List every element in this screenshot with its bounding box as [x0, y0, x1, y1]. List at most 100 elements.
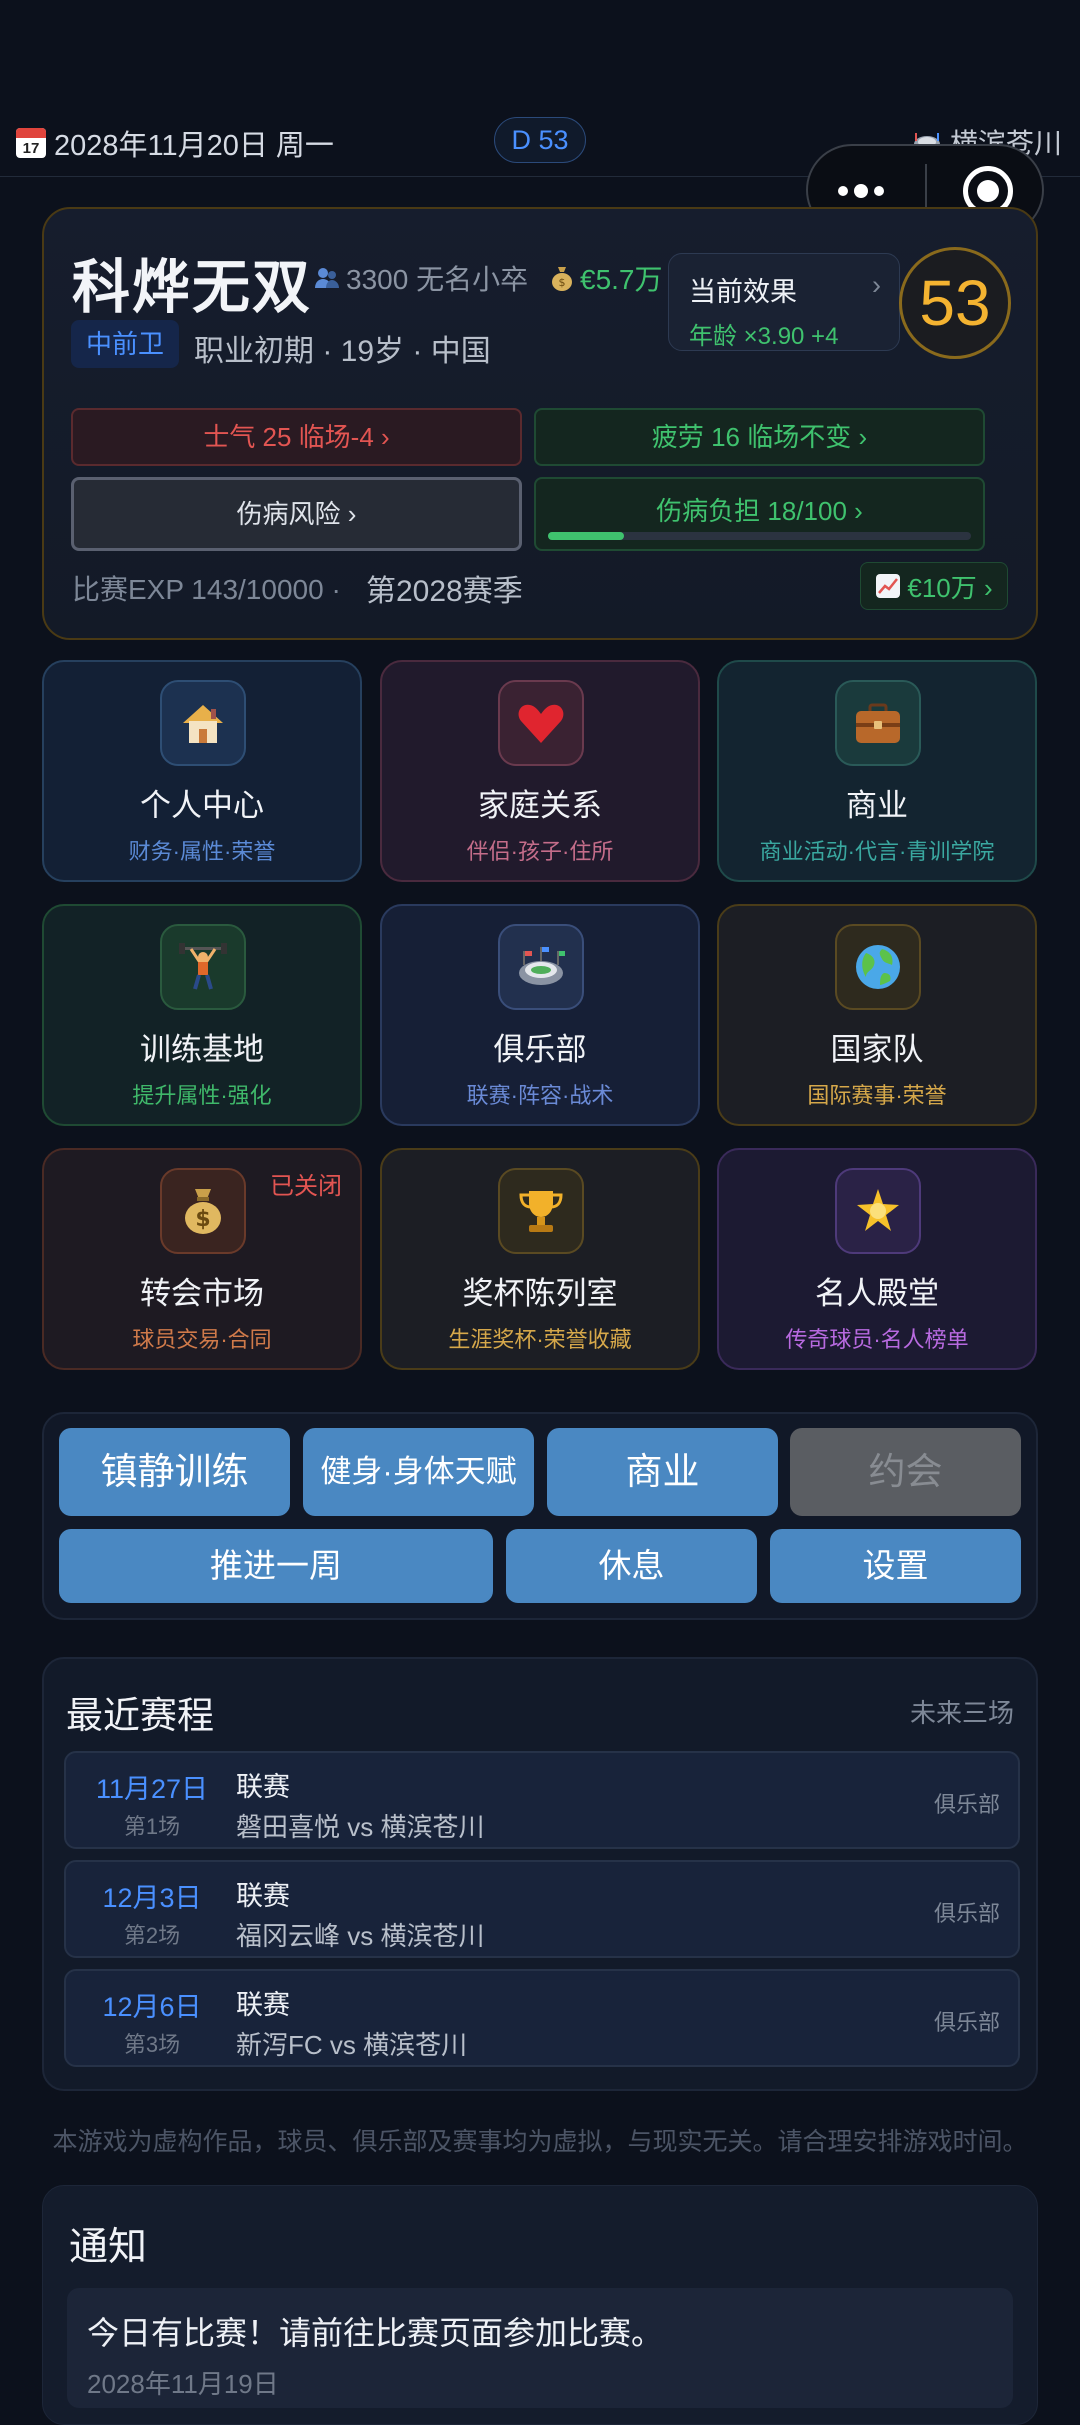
- fans-count: 3300 无名小卒: [314, 258, 528, 298]
- chart-up-icon: [876, 574, 901, 598]
- notice-item[interactable]: 今日有比赛！请前往比赛页面参加比赛。 2028年11月19日: [67, 2288, 1013, 2408]
- advance-week-button[interactable]: 推进一周: [59, 1529, 493, 1603]
- tile-title: 名人殿堂: [815, 1276, 939, 1311]
- recent-schedule-card: 最近赛程 未来三场 11月27日 第1场 联赛 磐田喜悦 vs 横滨苍川 俱乐部…: [42, 1657, 1038, 2091]
- player-name: 科烨无双: [72, 255, 313, 320]
- overall-rating-badge: 53: [899, 247, 1011, 359]
- match-row[interactable]: 11月27日 第1场 联赛 磐田喜悦 vs 横滨苍川 俱乐部: [64, 1751, 1020, 1849]
- tile-subtitle: 伴侣·孩子·住所: [466, 839, 614, 864]
- rest-button[interactable]: 休息: [506, 1529, 757, 1603]
- market-value-button[interactable]: €10万 ›: [860, 562, 1008, 610]
- schedule-subtitle: 未来三场: [909, 1698, 1014, 1728]
- tile-subtitle: 生涯奖杯·荣誉收藏: [448, 1327, 632, 1352]
- notice-title: 通知: [69, 2226, 148, 2269]
- match-competition: 联赛: [236, 1990, 290, 2020]
- injury-burden-fill: [548, 532, 625, 540]
- tile-business[interactable]: 商业 商业活动·代言·青训学院: [717, 660, 1037, 882]
- tile-title: 国家队: [830, 1032, 924, 1067]
- stadium-icon: [498, 924, 584, 1010]
- tile-club[interactable]: 俱乐部 联赛·阵容·战术: [380, 904, 700, 1126]
- notice-card: 通知 今日有比赛！请前往比赛页面参加比赛。 2028年11月19日: [42, 2185, 1038, 2425]
- tile-personal-center[interactable]: 个人中心 财务·属性·荣誉: [42, 660, 362, 882]
- disclaimer-text: 本游戏为虚构作品，球员、俱乐部及赛事均为虚拟，与现实无关。请合理安排游戏时间。: [52, 2128, 1028, 2156]
- calendar-icon: 17: [16, 128, 46, 158]
- tile-subtitle: 财务·属性·荣誉: [128, 839, 276, 864]
- money-bag-icon: $: [160, 1168, 246, 1254]
- fans-text: 3300 无名小卒: [346, 264, 529, 295]
- match-tag: 俱乐部: [933, 2010, 1000, 2035]
- cash-text: €5.7万: [580, 264, 663, 295]
- tile-title: 家庭关系: [478, 788, 602, 823]
- settings-button[interactable]: 设置: [770, 1529, 1021, 1603]
- chevron-right-icon: ›: [872, 270, 881, 300]
- tile-subtitle: 商业活动·代言·青训学院: [759, 839, 995, 864]
- match-competition: 联赛: [236, 1881, 290, 1911]
- date-button[interactable]: 约会: [790, 1428, 1021, 1516]
- fitness-button[interactable]: 健身·身体天赋: [303, 1428, 534, 1516]
- svg-text:$: $: [559, 276, 566, 289]
- injury-risk-button[interactable]: 伤病风险 ›: [71, 477, 522, 551]
- tile-national-team[interactable]: 国家队 国际赛事·荣誉: [717, 904, 1037, 1126]
- cash-balance[interactable]: $ €5.7万: [550, 258, 663, 298]
- tile-title: 商业: [846, 788, 908, 823]
- match-fixture: 磐田喜悦 vs 横滨苍川: [236, 1812, 485, 1842]
- match-fixture: 福冈云峰 vs 横滨苍川: [236, 1921, 485, 1951]
- current-effect-panel[interactable]: 当前效果 › 年龄 ×3.90 +4: [668, 253, 900, 351]
- svg-text:$: $: [195, 1207, 210, 1232]
- position-badge: 中前卫: [71, 320, 179, 368]
- trophy-icon: [498, 1168, 584, 1254]
- calm-training-button[interactable]: 镇静训练: [59, 1428, 290, 1516]
- tile-transfer-market[interactable]: $ 已关闭 转会市场 球员交易·合同: [42, 1148, 362, 1370]
- notice-message: 今日有比赛！请前往比赛页面参加比赛。: [87, 2315, 664, 2351]
- star-icon: [835, 1168, 921, 1254]
- match-round: 第3场: [123, 2032, 181, 2057]
- tile-training-base[interactable]: 训练基地 提升属性·强化: [42, 904, 362, 1126]
- match-row[interactable]: 12月6日 第3场 联赛 新泻FC vs 横滨苍川 俱乐部: [64, 1969, 1020, 2067]
- fans-icon: [315, 268, 339, 288]
- tile-trophy-room[interactable]: 奖杯陈列室 生涯奖杯·荣誉收藏: [380, 1148, 700, 1370]
- tile-family[interactable]: 家庭关系 伴侣·孩子·住所: [380, 660, 700, 882]
- money-bag-icon: $: [552, 267, 572, 291]
- effect-value: 年龄 ×3.90 +4: [689, 323, 839, 350]
- closed-badge: 已关闭: [270, 1173, 342, 1200]
- briefcase-icon: [835, 680, 921, 766]
- match-date: 12月3日: [102, 1883, 202, 1913]
- match-tag: 俱乐部: [933, 1792, 1000, 1817]
- match-exp: 比赛EXP 143/10000 ·: [72, 574, 341, 605]
- schedule-title: 最近赛程: [66, 1695, 214, 1736]
- tile-title: 训练基地: [140, 1032, 264, 1067]
- tile-subtitle: 联赛·阵容·战术: [466, 1083, 614, 1108]
- notice-date: 2028年11月19日: [87, 2369, 279, 2399]
- match-round: 第1场: [123, 1814, 181, 1839]
- globe-icon: [835, 924, 921, 1010]
- match-round: 第2场: [123, 1923, 181, 1948]
- effect-title: 当前效果: [689, 277, 797, 307]
- injury-burden-label: 伤病负担 18/100 ›: [656, 496, 863, 526]
- house-icon: [160, 680, 246, 766]
- tile-subtitle: 传奇球员·名人榜单: [785, 1327, 969, 1352]
- more-icon[interactable]: [838, 184, 884, 198]
- match-row[interactable]: 12月3日 第2场 联赛 福冈云峰 vs 横滨苍川 俱乐部: [64, 1860, 1020, 1958]
- match-competition: 联赛: [236, 1772, 290, 1802]
- fatigue-button[interactable]: 疲劳 16 临场不变 ›: [534, 408, 985, 466]
- date-text: 2028年11月20日 周一: [54, 130, 334, 162]
- tile-hall-of-fame[interactable]: 名人殿堂 传奇球员·名人榜单: [717, 1148, 1037, 1370]
- injury-burden-button[interactable]: 伤病负担 18/100 ›: [534, 477, 985, 551]
- morale-button[interactable]: 士气 25 临场-4 ›: [71, 408, 522, 466]
- season-label: 第2028赛季: [366, 575, 523, 608]
- tile-subtitle: 国际赛事·荣誉: [807, 1083, 947, 1108]
- market-value-text: €10万 ›: [907, 572, 993, 603]
- tile-title: 个人中心: [140, 788, 264, 823]
- heart-icon: [498, 680, 584, 766]
- weightlifter-icon: [160, 924, 246, 1010]
- tile-title: 奖杯陈列室: [462, 1276, 618, 1311]
- tile-subtitle: 球员交易·合同: [132, 1327, 272, 1352]
- match-tag: 俱乐部: [933, 1901, 1000, 1926]
- business-button[interactable]: 商业: [547, 1428, 778, 1516]
- career-info: 职业初期 · 19岁 · 中国: [194, 335, 491, 368]
- tile-title: 俱乐部: [493, 1032, 587, 1067]
- injury-burden-bar: [548, 532, 971, 540]
- tile-subtitle: 提升属性·强化: [132, 1083, 272, 1108]
- match-date: 11月27日: [95, 1774, 209, 1804]
- tile-title: 转会市场: [140, 1276, 264, 1311]
